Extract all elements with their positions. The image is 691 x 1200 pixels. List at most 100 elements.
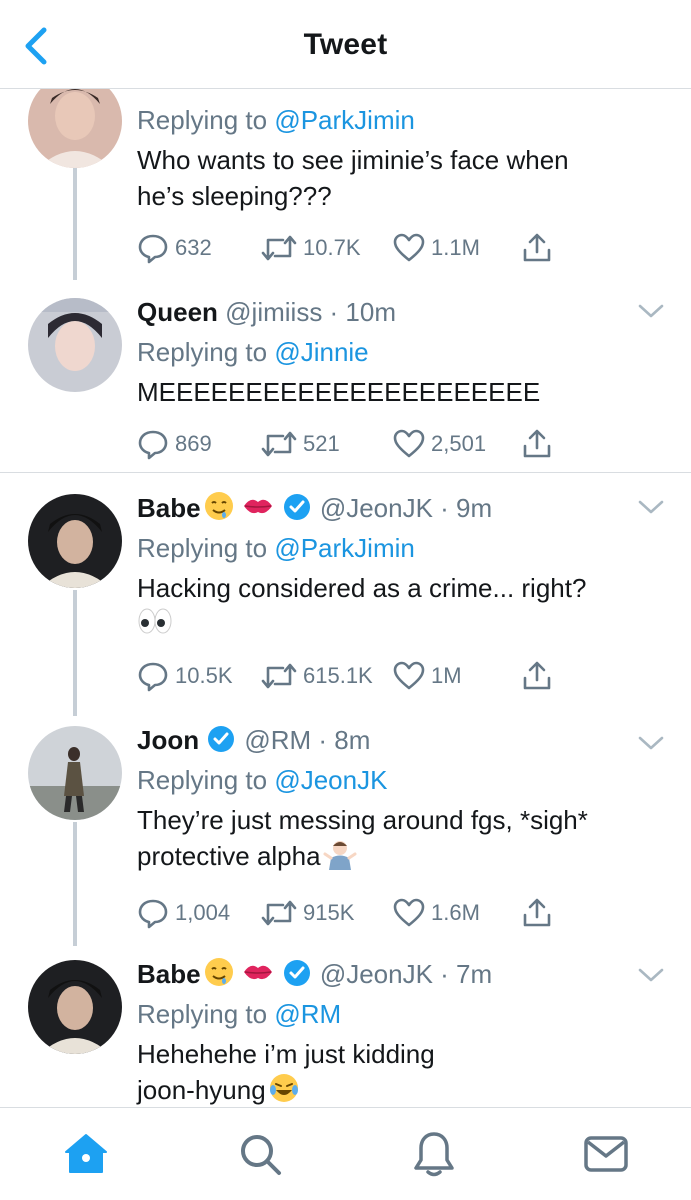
share-button[interactable] — [521, 893, 559, 933]
caret-down-icon[interactable] — [637, 498, 665, 516]
mention-link[interactable]: @ParkJimin — [274, 105, 415, 135]
retweet-icon — [261, 663, 297, 689]
tweet-text: They’re just messing around fgs, *sigh* … — [137, 802, 671, 879]
reply-icon — [138, 234, 168, 264]
tweet-item[interactable]: Replying to @ParkJimin Who wants to see … — [0, 88, 691, 280]
tears-of-joy-emoji — [268, 1072, 300, 1108]
handle-time: @RM · 8m — [244, 725, 371, 755]
caret-down-icon[interactable] — [637, 966, 665, 984]
tweet-item[interactable]: Joon @RM · 8m Replying to @JeonJK They’r… — [0, 720, 691, 946]
tweet-author: Queen @jimiiss · 10m — [137, 294, 671, 334]
display-name[interactable]: Babe — [137, 959, 201, 989]
reply-count: 869 — [175, 431, 212, 456]
retweet-button[interactable]: 915K — [261, 893, 354, 933]
like-icon — [393, 661, 425, 690]
like-count: 1.6M — [431, 900, 480, 925]
search-icon[interactable] — [236, 1130, 284, 1178]
caret-down-icon[interactable] — [637, 734, 665, 752]
drooling-face-emoji — [203, 490, 235, 531]
reply-icon — [138, 430, 168, 460]
tweet-actions: 632 10.7K 1.1M — [137, 228, 671, 268]
kiss-mark-emoji — [241, 956, 275, 997]
notifications-icon[interactable] — [410, 1130, 458, 1178]
home-icon[interactable] — [62, 1130, 110, 1178]
tweet-author: Joon @RM · 8m — [137, 722, 671, 762]
messages-icon[interactable] — [582, 1130, 630, 1178]
verified-icon — [208, 726, 235, 752]
reply-button[interactable]: 1,004 — [137, 893, 230, 933]
reply-button[interactable]: 10.5K — [137, 656, 233, 696]
mention-link[interactable]: @RM — [274, 999, 341, 1029]
retweet-count: 521 — [303, 431, 340, 456]
tweet-text: Who wants to see jiminie’s face when he’… — [137, 145, 569, 211]
reply-button[interactable]: 632 — [137, 228, 212, 268]
share-icon — [523, 233, 551, 262]
display-name[interactable]: Joon — [137, 725, 199, 755]
reply-count: 632 — [175, 235, 212, 260]
share-icon — [523, 661, 551, 690]
reply-count: 10.5K — [175, 663, 233, 688]
reply-icon — [138, 662, 168, 692]
avatar[interactable] — [28, 960, 122, 1054]
thread-line — [73, 160, 77, 280]
top-nav-bar: Tweet — [0, 0, 691, 89]
avatar[interactable] — [28, 494, 122, 588]
handle-time: @JeonJK · 9m — [319, 493, 493, 523]
tweet-author: Babe @JeonJK · 9m — [137, 490, 671, 530]
page-title: Tweet — [303, 28, 388, 61]
avatar[interactable] — [28, 88, 122, 168]
replying-to: Replying to @JeonJK — [137, 765, 388, 795]
mention-link[interactable]: @JeonJK — [274, 765, 387, 795]
tweet-item[interactable]: Queen @jimiiss · 10m Replying to @Jinnie… — [0, 288, 691, 472]
like-icon — [393, 898, 425, 927]
tweet-text: Hehehehe i’m just kidding joon-hyung — [137, 1036, 671, 1108]
like-count: 2,501 — [431, 431, 487, 456]
shrug-emoji — [323, 838, 357, 879]
bottom-tab-bar — [0, 1107, 691, 1200]
reply-count: 1,004 — [175, 900, 231, 925]
handle-time: @JeonJK · 7m — [319, 959, 493, 989]
like-button[interactable]: 1M — [393, 656, 462, 696]
display-name[interactable]: Queen — [137, 297, 218, 327]
retweet-icon — [261, 431, 297, 457]
replying-to: Replying to @ParkJimin — [137, 533, 415, 563]
tweet-text: MEEEEEEEEEEEEEEEEEEEEEE — [137, 377, 541, 407]
verified-icon — [283, 494, 310, 520]
share-icon — [523, 898, 551, 927]
replying-to: Replying to @Jinnie — [137, 337, 369, 367]
retweet-count: 615.1K — [303, 663, 373, 688]
retweet-button[interactable]: 10.7K — [261, 228, 361, 268]
tweet-actions: 10.5K 615.1K 1M — [137, 656, 671, 696]
thread-line — [73, 822, 77, 946]
like-count: 1.1M — [431, 235, 480, 260]
mention-link[interactable]: @ParkJimin — [274, 533, 415, 563]
share-button[interactable] — [521, 228, 559, 268]
like-icon — [393, 233, 425, 262]
share-button[interactable] — [521, 656, 559, 696]
like-button[interactable]: 2,501 — [393, 424, 486, 464]
avatar[interactable] — [28, 298, 122, 392]
tweet-item[interactable]: Babe @JeonJK · 7m Replying to @RM Hehehe… — [0, 952, 691, 1108]
verified-icon — [283, 960, 310, 986]
caret-down-icon[interactable] — [637, 302, 665, 320]
tweet-author: Babe @JeonJK · 7m — [137, 956, 671, 996]
avatar[interactable] — [28, 726, 122, 820]
display-name[interactable]: Babe — [137, 493, 201, 523]
tweet-thread[interactable]: Replying to @ParkJimin Who wants to see … — [0, 88, 691, 1108]
retweet-button[interactable]: 615.1K — [261, 656, 373, 696]
replying-to: Replying to @ParkJimin — [137, 105, 415, 135]
like-button[interactable]: 1.1M — [393, 228, 480, 268]
reply-button[interactable]: 869 — [137, 424, 212, 464]
tweet-item[interactable]: Babe @JeonJK · 9m Replying to @ParkJimin… — [0, 484, 691, 718]
share-button[interactable] — [521, 424, 559, 464]
tweet-actions: 869 521 2,501 — [137, 424, 671, 464]
drooling-face-emoji — [203, 956, 235, 997]
share-icon — [523, 429, 551, 458]
like-button[interactable]: 1.6M — [393, 893, 480, 933]
eyes-emoji — [137, 606, 671, 642]
divider — [0, 472, 691, 473]
thread-line — [73, 590, 77, 716]
retweet-button[interactable]: 521 — [261, 424, 340, 464]
retweet-icon — [261, 235, 297, 261]
mention-link[interactable]: @Jinnie — [274, 337, 368, 367]
